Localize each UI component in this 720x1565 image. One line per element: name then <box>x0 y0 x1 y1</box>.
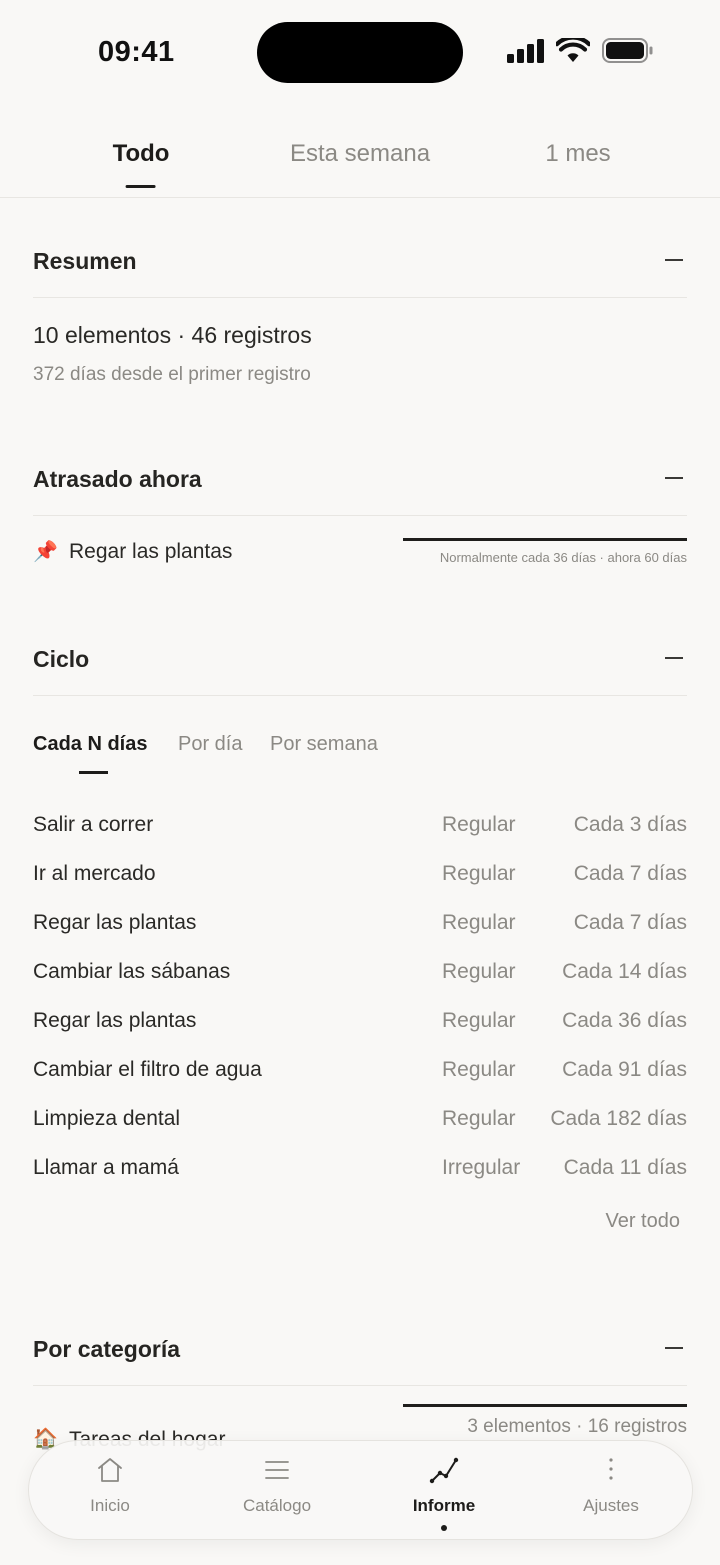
tab-1-mes[interactable]: 1 mes <box>545 140 610 168</box>
cycle-name: Llamar a mamá <box>33 1156 179 1179</box>
active-indicator-dot <box>441 1525 447 1531</box>
tab-por-dia[interactable]: Por día <box>178 733 242 756</box>
category-progress-bar <box>403 1404 687 1407</box>
collapse-icon[interactable] <box>665 477 683 479</box>
nav-label: Ajustes <box>583 1496 639 1515</box>
cycle-section: Ciclo Cada N días Por día Por semana Sal… <box>33 596 687 1256</box>
cycle-name: Regar las plantas <box>33 911 197 934</box>
active-tab-underline <box>79 771 108 774</box>
cycle-name: Ir al mercado <box>33 862 156 885</box>
tab-cada-n-dias[interactable]: Cada N días <box>33 733 148 774</box>
nav-label: Catálogo <box>242 1496 312 1515</box>
overdue-progress-bar <box>403 538 687 541</box>
collapse-icon[interactable] <box>665 259 683 261</box>
nav-label: Informe <box>412 1496 476 1515</box>
nav-catalogo[interactable]: Catálogo <box>207 1441 347 1541</box>
overdue-item-name: Regar las plantas <box>69 540 233 563</box>
cycle-header[interactable]: Ciclo <box>33 596 687 696</box>
tab-todo[interactable]: Todo <box>113 140 169 188</box>
cycle-row[interactable]: Regar las plantas Regular Cada 7 días <box>33 911 687 941</box>
list-icon <box>265 1461 289 1479</box>
category-section: Por categoría 3 elementos · 16 registros… <box>33 1286 687 1456</box>
cycle-interval: Cada 11 días <box>563 1156 687 1179</box>
cycle-row[interactable]: Cambiar el filtro de agua Regular Cada 9… <box>33 1058 687 1088</box>
cycle-regularity: Irregular <box>442 1156 521 1179</box>
status-time: 09:41 <box>98 36 175 68</box>
cycle-interval: Cada 7 días <box>573 911 687 934</box>
section-title: Ciclo <box>33 646 90 672</box>
dynamic-island <box>257 22 463 83</box>
home-icon <box>98 1458 122 1482</box>
tab-por-semana[interactable]: Por semana <box>270 733 378 756</box>
cycle-row[interactable]: Cambiar las sábanas Regular Cada 14 días <box>33 960 687 990</box>
cycle-regularity: Regular <box>442 960 516 983</box>
cycle-interval: Cada 91 días <box>562 1058 687 1081</box>
overdue-section: Atrasado ahora 📌 Regar las plantas Norma… <box>33 416 687 576</box>
cycle-row[interactable]: Limpieza dental Regular Cada 182 días <box>33 1107 687 1137</box>
cycle-row[interactable]: Llamar a mamá Irregular Cada 11 días <box>33 1156 687 1186</box>
wifi-icon <box>556 38 590 62</box>
cycle-regularity: Regular <box>442 813 516 836</box>
overdue-header[interactable]: Atrasado ahora <box>33 416 687 516</box>
pin-icon: 📌 <box>33 541 58 563</box>
period-tabs: Todo Esta semana 1 mes <box>0 116 720 198</box>
battery-icon <box>602 38 653 63</box>
cellular-signal-icon <box>507 38 544 63</box>
cycle-row[interactable]: Regar las plantas Regular Cada 36 días <box>33 1009 687 1039</box>
cycle-name: Regar las plantas <box>33 1009 197 1032</box>
summary-header[interactable]: Resumen <box>33 198 687 298</box>
cycle-row[interactable]: Salir a correr Regular Cada 3 días <box>33 813 687 843</box>
category-header[interactable]: Por categoría <box>33 1286 687 1386</box>
section-title: Por categoría <box>33 1336 180 1362</box>
nav-ajustes[interactable]: Ajustes <box>541 1441 681 1541</box>
cycle-interval: Cada 7 días <box>573 862 687 885</box>
chart-line-icon <box>429 1457 459 1484</box>
cycle-regularity: Regular <box>442 911 516 934</box>
cycle-interval: Cada 3 días <box>573 813 687 836</box>
cycle-interval: Cada 182 días <box>550 1107 687 1130</box>
section-title: Resumen <box>33 248 137 274</box>
cycle-interval: Cada 36 días <box>562 1009 687 1032</box>
collapse-icon[interactable] <box>665 657 683 659</box>
overdue-note: Normalmente cada 36 días · ahora 60 días <box>439 550 687 565</box>
more-vertical-icon <box>609 1458 613 1480</box>
nav-inicio[interactable]: Inicio <box>40 1441 180 1541</box>
collapse-icon[interactable] <box>665 1347 683 1349</box>
nav-informe[interactable]: Informe <box>374 1441 514 1541</box>
cycle-regularity: Regular <box>442 1058 516 1081</box>
overdue-item[interactable]: 📌 Regar las plantas Normalmente cada 36 … <box>33 536 687 576</box>
category-count: 3 elementos · 16 registros <box>467 1416 687 1437</box>
see-all-link[interactable]: Ver todo <box>605 1210 680 1233</box>
summary-counts: 10 elementos · 46 registros <box>33 322 312 348</box>
status-bar: 09:41 <box>0 0 720 100</box>
section-title: Atrasado ahora <box>33 466 202 492</box>
nav-label: Inicio <box>90 1496 130 1515</box>
cycle-interval: Cada 14 días <box>562 960 687 983</box>
tab-esta-semana[interactable]: Esta semana <box>290 140 430 168</box>
cycle-regularity: Regular <box>442 862 516 885</box>
tab-label: Cada N días <box>33 733 148 755</box>
bottom-navigation: Inicio Catálogo Informe Ajustes <box>28 1440 693 1540</box>
summary-section: Resumen 10 elementos · 46 registros 372 … <box>33 198 687 418</box>
cycle-regularity: Regular <box>442 1009 516 1032</box>
status-icons <box>507 38 654 63</box>
summary-days: 372 días desde el primer registro <box>33 364 311 385</box>
cycle-row[interactable]: Ir al mercado Regular Cada 7 días <box>33 862 687 892</box>
cycle-name: Salir a correr <box>33 813 154 836</box>
cycle-name: Limpieza dental <box>33 1107 181 1130</box>
cycle-name: Cambiar el filtro de agua <box>33 1058 262 1081</box>
cycle-regularity: Regular <box>442 1107 516 1130</box>
cycle-name: Cambiar las sábanas <box>33 960 231 983</box>
